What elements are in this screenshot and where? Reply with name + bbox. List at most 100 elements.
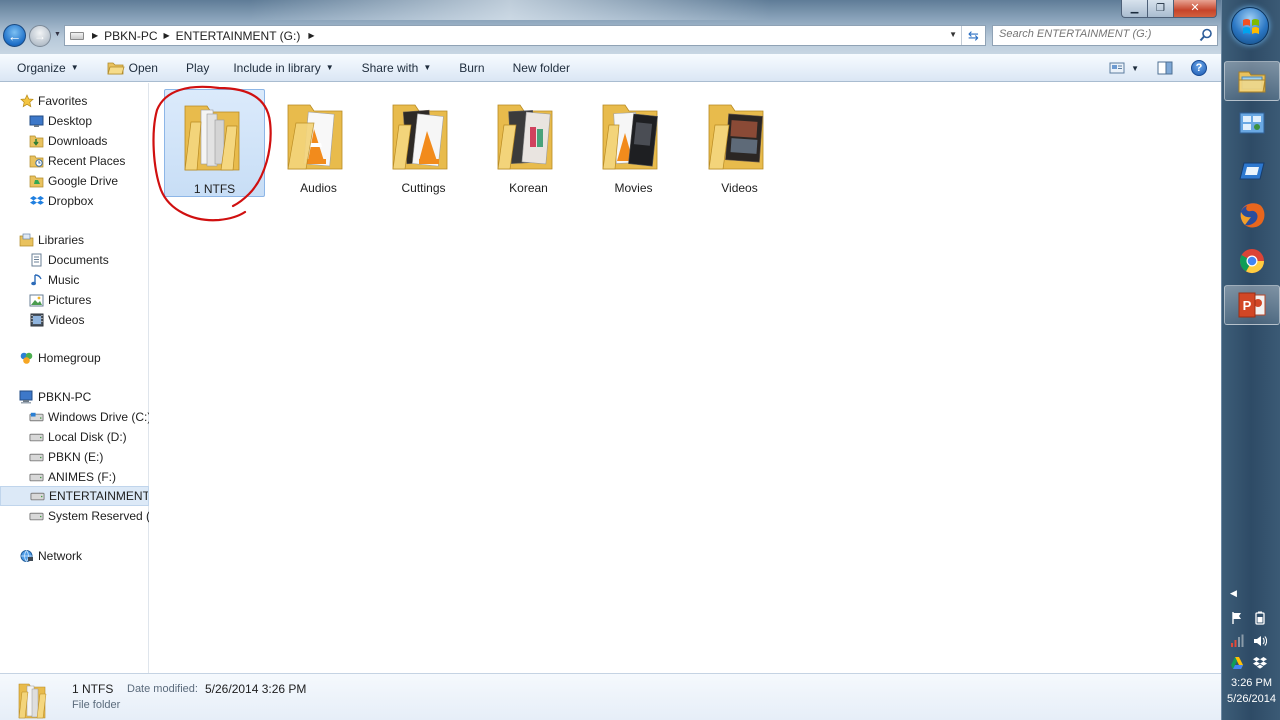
recent-places-icon (29, 154, 44, 169)
folder-item[interactable]: Cuttings (373, 89, 474, 197)
folder-item[interactable]: Audios (268, 89, 369, 197)
taskbar-control-panel[interactable] (1224, 104, 1280, 144)
open-button[interactable]: Open (100, 57, 165, 79)
taskbar-chrome[interactable] (1224, 241, 1280, 281)
nav-label: Documents (48, 253, 109, 267)
nav-group-computer[interactable]: PBKN-PC (0, 387, 149, 407)
nav-item-desktop[interactable]: Desktop (0, 111, 149, 131)
arrow-left-icon: ← (7, 27, 22, 44)
burn-button[interactable]: Burn (452, 57, 491, 79)
change-view-icon[interactable] (1109, 61, 1125, 75)
action-center-flag-icon[interactable] (1230, 611, 1244, 625)
recent-pages-dropdown[interactable]: ▼ (54, 31, 61, 38)
chevron-down-icon: ▼ (325, 63, 334, 72)
nav-item-music[interactable]: Music (0, 270, 149, 290)
organize-button[interactable]: Organize ▼ (10, 57, 86, 79)
folder-icon (18, 683, 47, 719)
network-signal-icon[interactable] (1230, 634, 1244, 648)
drive-icon (29, 450, 44, 465)
chevron-right-icon[interactable]: ▶ (92, 31, 98, 40)
nav-label: ENTERTAINMENT (G:) (49, 489, 149, 503)
battery-icon[interactable] (1253, 611, 1267, 625)
share-with-button[interactable]: Share with ▼ (355, 57, 439, 79)
details-date: 5/26/2014 3:26 PM (205, 682, 307, 696)
nav-item-drive-j[interactable]: System Reserved (J:) (0, 506, 149, 526)
nav-item-drive-d[interactable]: Local Disk (D:) (0, 427, 149, 447)
folder-name: 1 NTFS (193, 182, 236, 196)
taskbar: P ◀ 3:26 PM 5/26/2014 (1221, 0, 1280, 720)
nav-item-recent-places[interactable]: Recent Places (0, 151, 149, 171)
play-button[interactable]: Play (179, 57, 216, 79)
nav-item-videos[interactable]: Videos (0, 310, 149, 330)
folder-item[interactable]: Videos (689, 89, 790, 197)
remote-desktop-icon (1239, 162, 1265, 180)
nav-item-drive-f[interactable]: ANIMES (F:) (0, 467, 149, 487)
taskbar-explorer[interactable] (1224, 61, 1280, 101)
folder-name: Cuttings (401, 181, 446, 195)
refresh-button[interactable]: ⇆ (961, 26, 985, 45)
view-options-dropdown[interactable]: ▼ (1131, 64, 1139, 73)
nav-group-favorites[interactable]: Favorites (0, 91, 149, 111)
back-button[interactable]: ← (3, 24, 26, 47)
homegroup-icon (19, 351, 34, 366)
chevron-right-icon[interactable]: ▶ (164, 31, 170, 40)
nav-item-drive-e[interactable]: PBKN (E:) (0, 447, 149, 467)
file-explorer-icon (1238, 71, 1266, 93)
search-icon[interactable] (1199, 28, 1213, 42)
search-box[interactable] (992, 25, 1218, 46)
preview-pane-icon[interactable] (1157, 61, 1173, 75)
include-in-library-button[interactable]: Include in library ▼ (226, 57, 340, 79)
taskbar-remote-app[interactable] (1224, 151, 1280, 191)
dropbox-tray-icon[interactable] (1253, 656, 1267, 670)
tray-expand-icon[interactable]: ◀ (1230, 588, 1237, 599)
drive-icon (29, 430, 44, 445)
volume-icon[interactable] (1253, 634, 1267, 648)
taskbar-firefox[interactable] (1224, 195, 1280, 235)
dropbox-icon (29, 194, 44, 209)
search-input[interactable] (999, 28, 1189, 40)
minimize-button[interactable]: ▁ (1121, 0, 1147, 18)
breadcrumb-computer[interactable]: PBKN-PC (104, 29, 157, 43)
nav-item-pictures[interactable]: Pictures (0, 290, 149, 310)
nav-label: Homegroup (38, 351, 101, 365)
address-dropdown[interactable]: ▼ (949, 30, 957, 39)
nav-group-libraries[interactable]: Libraries (0, 230, 149, 250)
nav-label: System Reserved (J:) (48, 509, 149, 523)
clock-time[interactable]: 3:26 PM (1222, 677, 1280, 689)
nav-group-network[interactable]: Network (0, 546, 149, 566)
nav-group-homegroup[interactable]: Homegroup (0, 348, 149, 368)
nav-item-dropbox[interactable]: Dropbox (0, 191, 149, 211)
nav-label: Desktop (48, 114, 93, 128)
nav-label: ANIMES (F:) (48, 470, 116, 484)
desktop-icon (29, 114, 44, 129)
nav-item-drive-c[interactable]: Windows Drive (C:) (0, 407, 149, 427)
nav-item-documents[interactable]: Documents (0, 250, 149, 270)
address-bar[interactable]: ▶ PBKN-PC ▶ ENTERTAINMENT (G:) ▶ ▼ ⇆ (64, 25, 986, 46)
new-folder-button[interactable]: New folder (506, 57, 577, 79)
close-button[interactable]: ✕ (1173, 0, 1217, 18)
folder-item[interactable]: Korean (478, 89, 579, 197)
taskbar-powerpoint[interactable]: P (1224, 285, 1280, 325)
nav-item-drive-g[interactable]: ENTERTAINMENT (G:) (0, 486, 149, 506)
photo-folder-icon (497, 104, 553, 170)
refresh-icon: ⇆ (968, 27, 979, 43)
breadcrumb-drive[interactable]: ENTERTAINMENT (G:) (176, 29, 301, 43)
computer-icon (19, 390, 34, 405)
folder-item[interactable]: 1 NTFS (164, 89, 265, 197)
chevron-right-icon[interactable]: ▶ (308, 31, 314, 40)
svg-text:P: P (1243, 298, 1252, 313)
folder-name: Videos (721, 181, 758, 195)
nav-item-google-drive[interactable]: Google Drive (0, 171, 149, 191)
powerpoint-icon: P (1238, 292, 1266, 318)
start-button[interactable] (1231, 7, 1269, 45)
file-list: 1 NTFS Audios Cuttings Korean Movies Vid… (150, 83, 1221, 673)
clock-date[interactable]: 5/26/2014 (1222, 693, 1280, 705)
google-drive-sync-icon[interactable] (1230, 656, 1244, 670)
nav-item-downloads[interactable]: Downloads (0, 131, 149, 151)
help-icon[interactable]: ? (1191, 60, 1207, 76)
maximize-button[interactable]: ❐ (1147, 0, 1173, 18)
forward-button[interactable]: → (29, 25, 51, 47)
nav-label: Music (48, 273, 80, 287)
folder-item[interactable]: Movies (583, 89, 684, 197)
nav-label: Videos (48, 313, 85, 327)
